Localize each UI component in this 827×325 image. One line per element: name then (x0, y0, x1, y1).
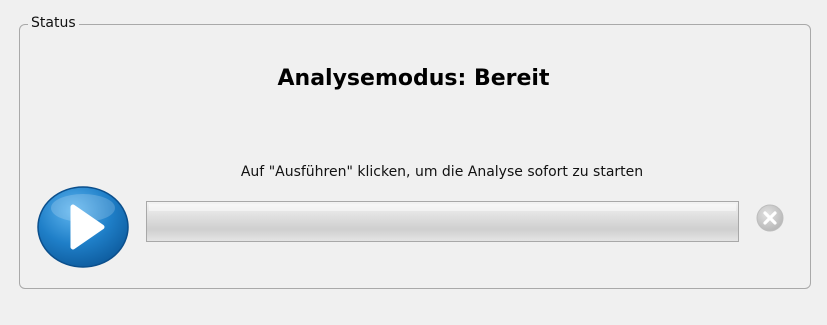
run-hint-text: Auf "Ausführen" klicken, um die Analyse … (240, 164, 644, 180)
play-icon (37, 186, 129, 268)
cancel-button[interactable] (755, 203, 785, 233)
status-legend: Status (28, 13, 79, 33)
status-groupbox (19, 24, 811, 289)
run-button[interactable] (37, 186, 129, 268)
close-icon (756, 204, 784, 232)
analysis-progress-bar (146, 201, 739, 242)
analysis-mode-title: Analysemodus: Bereit (277, 66, 550, 91)
